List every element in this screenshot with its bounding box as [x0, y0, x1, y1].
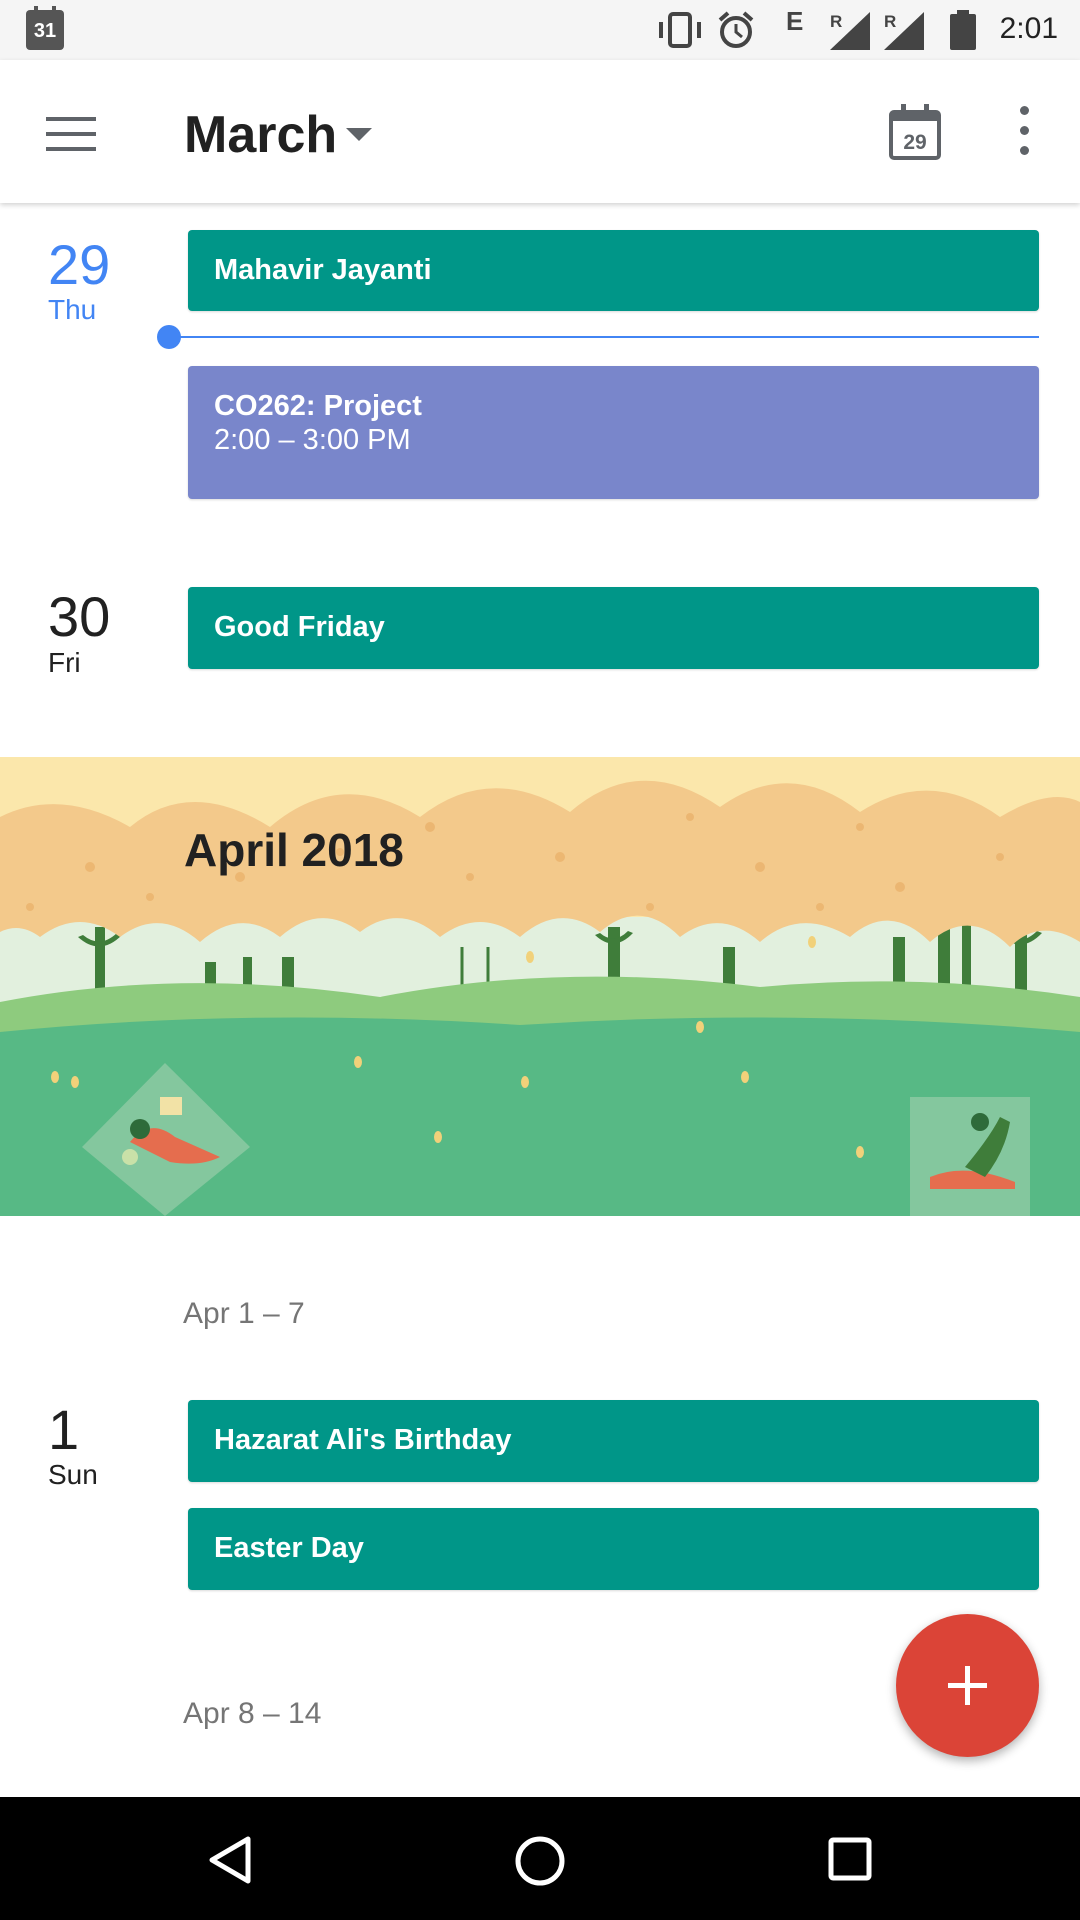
week-range-label: Apr 1 – 7	[183, 1297, 305, 1330]
event-title: CO262: Project	[214, 390, 422, 422]
vibrate-icon	[659, 12, 701, 48]
more-vert-icon[interactable]	[1010, 106, 1038, 160]
battery-icon	[950, 10, 976, 50]
today-button[interactable]: 29	[888, 104, 942, 160]
status-bar: 31 E R R 2:01	[0, 0, 1080, 60]
week-range-label: Apr 8 – 14	[183, 1697, 322, 1730]
network-type-label: E	[786, 6, 804, 36]
event-card[interactable]: Hazarat Ali's Birthday	[188, 1400, 1039, 1482]
event-title: Easter Day	[214, 1532, 364, 1564]
month-title[interactable]: March	[184, 105, 337, 165]
spring-illustration	[0, 757, 1080, 1216]
app-bar: March 29	[0, 60, 1080, 203]
event-card[interactable]: CO262: Project 2:00 – 3:00 PM	[188, 366, 1039, 499]
status-time: 2:01	[999, 12, 1058, 45]
add-event-button[interactable]	[896, 1614, 1039, 1757]
calendar-notification-icon: 31	[26, 6, 64, 50]
event-card[interactable]: Good Friday	[188, 587, 1039, 669]
today-date: 29	[903, 131, 926, 154]
event-card[interactable]: Mahavir Jayanti	[188, 230, 1039, 311]
recents-icon[interactable]	[828, 1837, 872, 1881]
day-name: Sun	[48, 1459, 98, 1490]
month-banner: April 2018	[0, 757, 1080, 1216]
month-banner-title: April 2018	[184, 824, 404, 876]
event-title: Hazarat Ali's Birthday	[214, 1424, 512, 1456]
event-title: Good Friday	[214, 611, 385, 643]
navigation-bar	[0, 1797, 1080, 1920]
event-title: Mahavir Jayanti	[214, 254, 432, 286]
dropdown-arrow-icon[interactable]	[346, 128, 372, 141]
hamburger-menu-icon[interactable]	[46, 117, 96, 151]
today-calendar-icon: 29	[889, 104, 941, 160]
event-card[interactable]: Easter Day	[188, 1508, 1039, 1590]
signal-icon	[884, 12, 924, 50]
alarm-icon	[718, 11, 754, 48]
calendar-notification-day: 31	[33, 20, 57, 42]
day-number[interactable]: 30	[48, 584, 110, 649]
back-icon[interactable]	[206, 1835, 254, 1885]
current-time-line	[172, 336, 1039, 338]
event-time: 2:00 – 3:00 PM	[214, 424, 411, 456]
day-name: Fri	[48, 647, 81, 678]
home-icon[interactable]	[514, 1835, 566, 1887]
day-name: Thu	[48, 294, 97, 325]
current-time-dot	[157, 325, 181, 349]
day-number[interactable]: 1	[48, 1397, 79, 1462]
signal-icon	[830, 12, 870, 50]
day-number[interactable]: 29	[48, 232, 110, 297]
